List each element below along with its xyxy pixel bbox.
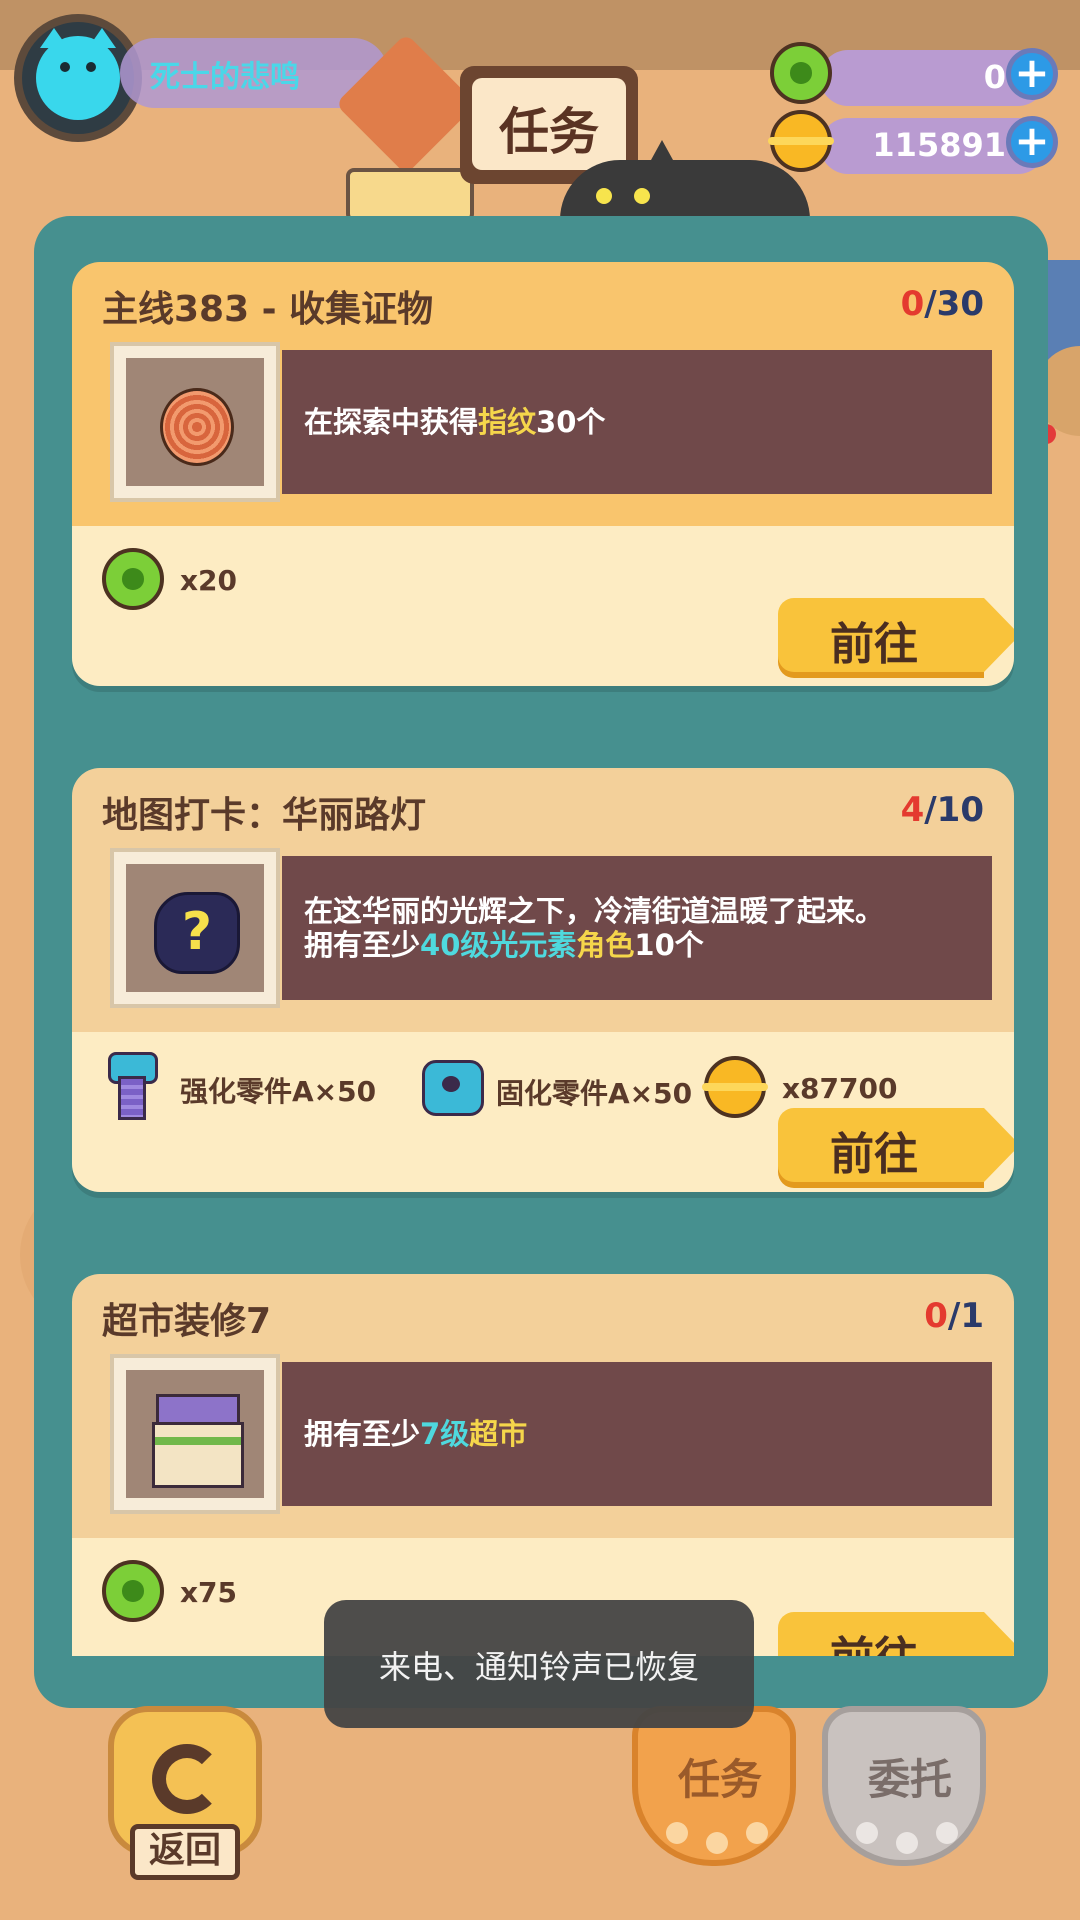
bolt-part-icon (108, 1052, 158, 1120)
gold-coin-icon (701, 1056, 769, 1118)
toast-notification: 来电、通知铃声已恢复 (324, 1600, 754, 1728)
task-description: 在探索中获得指纹30个 (282, 350, 992, 494)
add-green-token-button[interactable]: + (1006, 48, 1058, 100)
toast-text: 来电、通知铃声已恢复 (378, 1648, 699, 1686)
task-description: 在这华丽的光辉之下，冷清街道温暖了起来。 拥有至少40级光元素角色10个 (282, 856, 992, 1000)
tab-commission[interactable]: 委托 (822, 1706, 986, 1866)
books-decoration (346, 168, 474, 222)
green-token-icon (770, 42, 832, 104)
task-title: 超市装修7 (102, 1301, 272, 1342)
task-title: 地图打卡：华丽路灯 (102, 795, 427, 836)
green-token-icon (102, 548, 164, 610)
back-label: 返回 (130, 1824, 240, 1880)
gold-coin-value: 115891 (872, 126, 1006, 164)
reward-amount: 固化零件A×50 (496, 1077, 693, 1110)
task-card: 超市装修7 0/1 拥有至少7级超市 x75 前往 (72, 1274, 1014, 1656)
cat-face-icon (36, 28, 120, 120)
task-progress: 4/10 (900, 790, 984, 830)
mystery-question-icon: ? (154, 892, 240, 974)
task-image-frame: ? (110, 848, 280, 1008)
return-arrow-icon (152, 1744, 222, 1814)
back-button[interactable]: 返回 (108, 1706, 262, 1880)
task-card: 主线383 - 收集证物 0/30 在探索中获得指纹30个 x20 前往 (72, 262, 1014, 686)
go-button[interactable]: 前往 (778, 1612, 1014, 1656)
task-image-frame (110, 342, 280, 502)
reward-amount: x75 (180, 1576, 238, 1609)
go-button[interactable]: 前往 (778, 1108, 1014, 1182)
task-description: 拥有至少7级超市 (282, 1362, 992, 1506)
player-name: 死士的悲鸣 (150, 60, 300, 95)
task-progress: 0/1 (924, 1296, 984, 1336)
task-progress: 0/30 (900, 284, 984, 324)
nut-part-icon (422, 1060, 484, 1116)
reward-amount: x87700 (782, 1072, 898, 1105)
page-title: 任务 (499, 103, 599, 161)
supermarket-icon (150, 1394, 244, 1488)
add-gold-coin-button[interactable]: + (1006, 116, 1058, 168)
green-token-value: 0 (983, 58, 1006, 96)
fingerprint-icon (160, 388, 234, 466)
task-title: 主线383 - 收集证物 (102, 289, 434, 330)
green-token-icon (102, 1560, 164, 1622)
task-card: 地图打卡：华丽路灯 4/10 ? 在这华丽的光辉之下，冷清街道温暖了起来。 拥有… (72, 768, 1014, 1192)
task-list[interactable]: 主线383 - 收集证物 0/30 在探索中获得指纹30个 x20 前往 地图打… (72, 260, 1022, 1656)
task-image-frame (110, 1354, 280, 1514)
go-button[interactable]: 前往 (778, 598, 1014, 672)
reward-amount: x20 (180, 564, 238, 597)
gold-coin-icon (767, 110, 835, 172)
reward-amount: 强化零件A×50 (180, 1075, 377, 1108)
tab-tasks[interactable]: 任务 (632, 1706, 796, 1866)
